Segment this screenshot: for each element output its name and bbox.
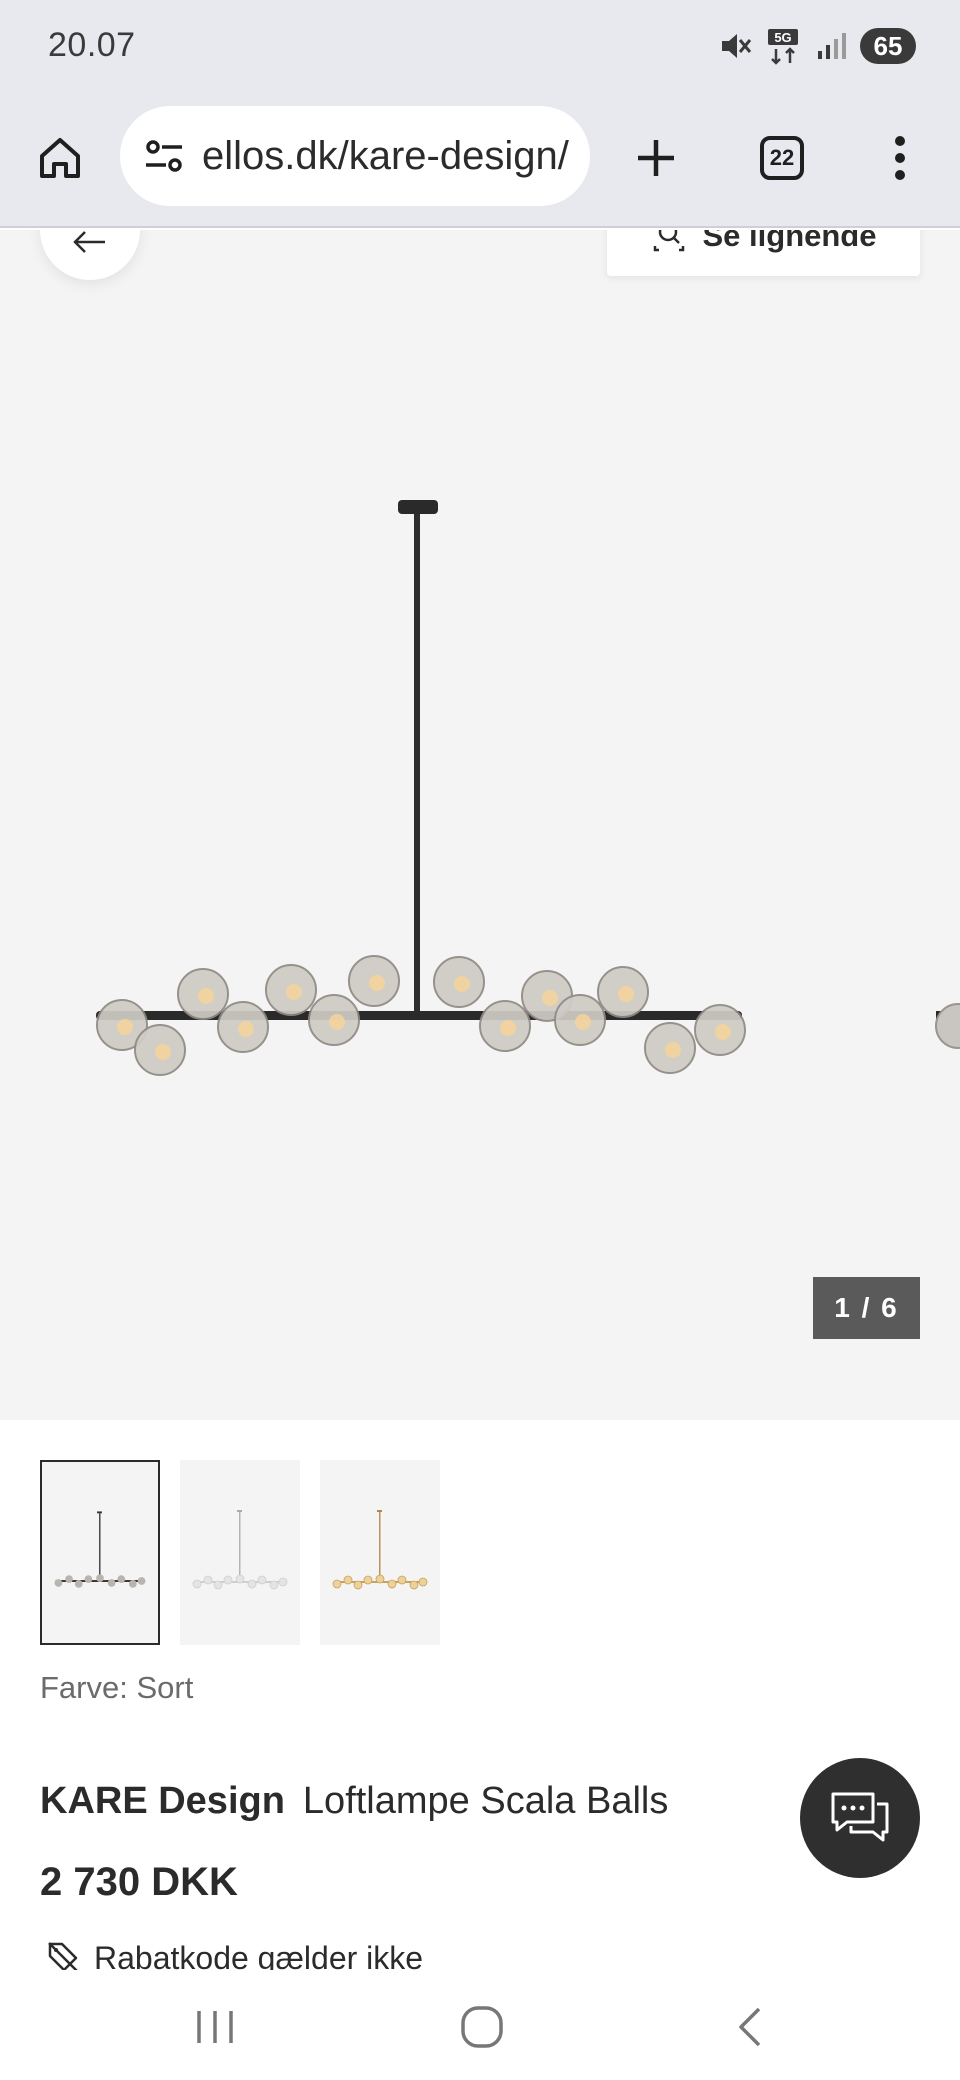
bulb-glow [542,990,558,1006]
new-tab-button[interactable] [624,126,688,190]
bulb-glow [238,1021,254,1037]
status-bar: 20.07 5G 65 [0,0,960,96]
svg-text:5G: 5G [774,30,791,45]
new-tab-icon [638,140,674,176]
see-similar-label: Se lignende [702,230,877,253]
chevron-left-icon [739,2007,761,2047]
bulb-glow [575,1014,591,1030]
product-price: 2 730 DKK [40,1860,238,1904]
bulb-glow [155,1044,171,1060]
status-time: 20.07 [48,26,136,64]
system-navigation-bar [0,1975,960,2080]
bulb-glow [618,986,634,1002]
thumbnail-black[interactable] [40,1460,160,1645]
battery-indicator: 65 [860,28,916,64]
bulb-glow [369,975,385,991]
thumbnail-white[interactable] [180,1460,300,1645]
bulb-glow [454,976,470,992]
bulb-glow [715,1024,731,1040]
home-button[interactable] [30,128,90,188]
home-nav-button[interactable] [442,1997,522,2057]
chat-button[interactable] [800,1758,920,1878]
bulb-glow [117,1019,133,1035]
5g-icon: 5G [766,27,802,65]
browser-toolbar: ellos.dk/kare-design/ 22 [0,96,960,228]
see-similar-button[interactable]: Se lignende [607,230,920,276]
image-counter: 1 / 6 [813,1277,920,1339]
url-text: ellos.dk/kare-design/ [202,133,569,178]
product-image[interactable] [0,230,960,1420]
bulb-glow [286,984,302,1000]
menu-icon [895,136,905,180]
status-icons: 5G 65 [718,26,916,66]
chat-icon [831,1792,889,1842]
recent-apps-icon [197,2011,233,2043]
visual-search-icon [653,230,684,252]
thumbnail-strip [40,1460,440,1645]
recent-apps-button[interactable] [175,1997,255,2057]
bulb-glow [665,1042,681,1058]
brand-name[interactable]: KARE Design [40,1780,285,1822]
menu-button[interactable] [870,126,930,190]
tag-off-icon [48,1942,78,1970]
bulb-glow [500,1020,516,1036]
mute-icon [718,29,752,63]
tabs-button[interactable]: 22 [752,128,812,188]
product-title: KARE Design Loftlampe Scala Balls [40,1780,668,1823]
product-name: Loftlampe Scala Balls [302,1780,669,1822]
discount-note-text: Rabatkode gælder ikke [94,1940,424,1970]
thumbnail-image [54,1511,146,1588]
bulb-glow [198,988,214,1004]
address-bar[interactable]: ellos.dk/kare-design/ [120,106,590,206]
thumbnail-gold[interactable] [320,1460,440,1645]
discount-note: Rabatkode gælder ikke [46,1940,423,1970]
tabs-icon: 22 [760,136,804,180]
thumbnail-image [332,1510,428,1590]
home-icon [40,138,80,178]
color-label: Farve: Sort [40,1670,194,1705]
home-circle-icon [461,2006,503,2048]
product-image-gallery[interactable]: Se lignende 1 / 6 [0,230,960,1420]
arrow-left-icon [73,231,105,253]
thumbnail-image [192,1510,288,1590]
back-nav-button[interactable] [710,1997,790,2057]
signal-icon [816,31,846,61]
bulb-glow [329,1014,345,1030]
site-settings-icon [146,140,182,172]
